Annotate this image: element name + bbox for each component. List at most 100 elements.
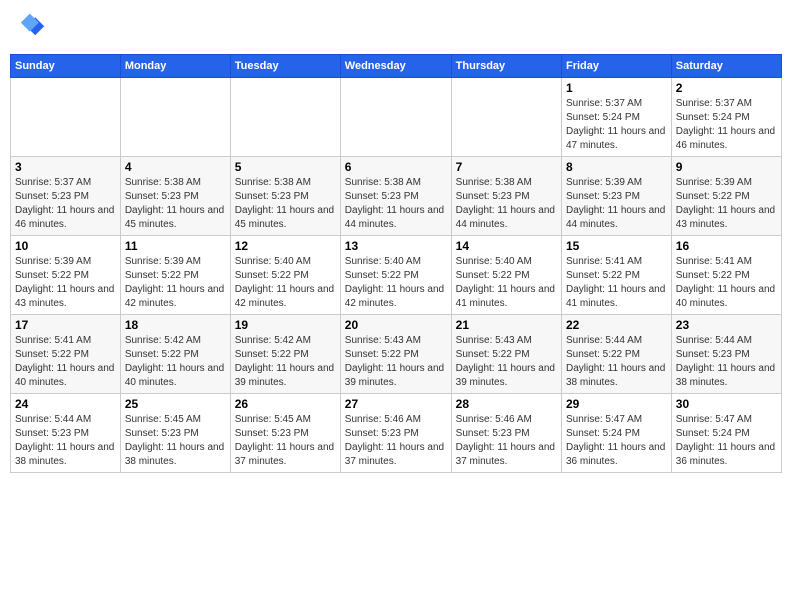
calendar-cell: 12 Sunrise: 5:40 AM Sunset: 5:22 PM Dayli…: [230, 236, 340, 315]
day-info: Sunrise: 5:38 AM Sunset: 5:23 PM Dayligh…: [235, 176, 336, 232]
calendar-cell: 6Sunrise: 5:38 AM Sunset: 5:23 PM Daylig…: [340, 157, 451, 236]
day-number: 9: [676, 160, 777, 174]
day-info: Sunrise: 5:43 AM Sunset: 5:22 PM Dayligh…: [456, 334, 557, 390]
calendar-cell: [451, 78, 561, 157]
day-number: 29: [566, 397, 667, 411]
day-number: 5: [235, 160, 336, 174]
calendar-cell: 17Sunrise: 5:41 AM Sunset: 5:22 PM Dayli…: [11, 315, 121, 394]
header-day-tuesday: Tuesday: [230, 55, 340, 78]
calendar-cell: 18 Sunrise: 5:42 AM Sunset: 5:22 PM Dayli…: [120, 315, 230, 394]
day-info: Sunrise: 5:44 AM Sunset: 5:23 PM Dayligh…: [676, 334, 777, 390]
calendar-cell: 1 Sunrise: 5:37 AM Sunset: 5:24 PM Daylig…: [561, 78, 671, 157]
header-row: SundayMondayTuesdayWednesdayThursdayFrid…: [11, 55, 782, 78]
header-day-friday: Friday: [561, 55, 671, 78]
day-info: Sunrise: 5:46 AM Sunset: 5:23 PM Dayligh…: [456, 413, 557, 469]
day-number: 4: [125, 160, 226, 174]
calendar-cell: 4 Sunrise: 5:38 AM Sunset: 5:23 PM Daylig…: [120, 157, 230, 236]
day-number: 28: [456, 397, 557, 411]
calendar-cell: 22 Sunrise: 5:44 AM Sunset: 5:22 PM Dayli…: [561, 315, 671, 394]
day-number: 11: [125, 239, 226, 253]
header-day-saturday: Saturday: [671, 55, 781, 78]
day-info: Sunrise: 5:40 AM Sunset: 5:22 PM Dayligh…: [456, 255, 557, 311]
calendar-cell: [230, 78, 340, 157]
day-number: 1: [566, 81, 667, 95]
day-info: Sunrise: 5:44 AM Sunset: 5:23 PM Dayligh…: [15, 413, 116, 469]
day-info: Sunrise: 5:46 AM Sunset: 5:23 PM Dayligh…: [345, 413, 447, 469]
day-number: 18: [125, 318, 226, 332]
day-number: 7: [456, 160, 557, 174]
day-info: Sunrise: 5:40 AM Sunset: 5:22 PM Dayligh…: [345, 255, 447, 311]
day-info: Sunrise: 5:45 AM Sunset: 5:23 PM Dayligh…: [125, 413, 226, 469]
day-info: Sunrise: 5:38 AM Sunset: 5:23 PM Dayligh…: [345, 176, 447, 232]
day-number: 10: [15, 239, 116, 253]
calendar-cell: [340, 78, 451, 157]
day-info: Sunrise: 5:39 AM Sunset: 5:22 PM Dayligh…: [15, 255, 116, 311]
day-info: Sunrise: 5:41 AM Sunset: 5:22 PM Dayligh…: [566, 255, 667, 311]
calendar-cell: 9 Sunrise: 5:39 AM Sunset: 5:22 PM Daylig…: [671, 157, 781, 236]
page-header: [10, 10, 782, 46]
calendar-cell: 26 Sunrise: 5:45 AM Sunset: 5:23 PM Dayli…: [230, 394, 340, 473]
calendar-cell: 21 Sunrise: 5:43 AM Sunset: 5:22 PM Dayli…: [451, 315, 561, 394]
day-info: Sunrise: 5:47 AM Sunset: 5:24 PM Dayligh…: [676, 413, 777, 469]
day-number: 14: [456, 239, 557, 253]
day-info: Sunrise: 5:38 AM Sunset: 5:23 PM Dayligh…: [125, 176, 226, 232]
calendar-cell: 29 Sunrise: 5:47 AM Sunset: 5:24 PM Dayli…: [561, 394, 671, 473]
logo: [10, 10, 50, 46]
day-number: 23: [676, 318, 777, 332]
calendar-cell: 27 Sunrise: 5:46 AM Sunset: 5:23 PM Dayli…: [340, 394, 451, 473]
day-info: Sunrise: 5:39 AM Sunset: 5:22 PM Dayligh…: [676, 176, 777, 232]
header-day-thursday: Thursday: [451, 55, 561, 78]
week-row-1: 3 Sunrise: 5:37 AM Sunset: 5:23 PM Daylig…: [11, 157, 782, 236]
day-number: 12: [235, 239, 336, 253]
calendar-cell: 3 Sunrise: 5:37 AM Sunset: 5:23 PM Daylig…: [11, 157, 121, 236]
day-info: Sunrise: 5:39 AM Sunset: 5:23 PM Dayligh…: [566, 176, 667, 232]
day-number: 13: [345, 239, 447, 253]
day-info: Sunrise: 5:42 AM Sunset: 5:22 PM Dayligh…: [235, 334, 336, 390]
day-info: Sunrise: 5:37 AM Sunset: 5:24 PM Dayligh…: [676, 97, 777, 153]
calendar-cell: [11, 78, 121, 157]
day-number: 26: [235, 397, 336, 411]
calendar-cell: 23 Sunrise: 5:44 AM Sunset: 5:23 PM Dayli…: [671, 315, 781, 394]
day-info: Sunrise: 5:42 AM Sunset: 5:22 PM Dayligh…: [125, 334, 226, 390]
day-info: Sunrise: 5:47 AM Sunset: 5:24 PM Dayligh…: [566, 413, 667, 469]
day-number: 21: [456, 318, 557, 332]
week-row-0: 1 Sunrise: 5:37 AM Sunset: 5:24 PM Daylig…: [11, 78, 782, 157]
calendar-cell: 30 Sunrise: 5:47 AM Sunset: 5:24 PM Dayli…: [671, 394, 781, 473]
day-number: 3: [15, 160, 116, 174]
week-row-3: 17Sunrise: 5:41 AM Sunset: 5:22 PM Dayli…: [11, 315, 782, 394]
day-number: 19: [235, 318, 336, 332]
day-info: Sunrise: 5:44 AM Sunset: 5:22 PM Dayligh…: [566, 334, 667, 390]
day-info: Sunrise: 5:40 AM Sunset: 5:22 PM Dayligh…: [235, 255, 336, 311]
header-day-sunday: Sunday: [11, 55, 121, 78]
week-row-2: 10 Sunrise: 5:39 AM Sunset: 5:22 PM Dayli…: [11, 236, 782, 315]
header-day-monday: Monday: [120, 55, 230, 78]
day-info: Sunrise: 5:37 AM Sunset: 5:23 PM Dayligh…: [15, 176, 116, 232]
day-number: 8: [566, 160, 667, 174]
calendar-cell: 2 Sunrise: 5:37 AM Sunset: 5:24 PM Daylig…: [671, 78, 781, 157]
calendar-cell: 25 Sunrise: 5:45 AM Sunset: 5:23 PM Dayli…: [120, 394, 230, 473]
day-number: 22: [566, 318, 667, 332]
calendar-cell: 15Sunrise: 5:41 AM Sunset: 5:22 PM Dayli…: [561, 236, 671, 315]
day-number: 2: [676, 81, 777, 95]
day-number: 24: [15, 397, 116, 411]
day-info: Sunrise: 5:38 AM Sunset: 5:23 PM Dayligh…: [456, 176, 557, 232]
calendar-cell: 5 Sunrise: 5:38 AM Sunset: 5:23 PM Daylig…: [230, 157, 340, 236]
day-number: 25: [125, 397, 226, 411]
calendar-cell: 14 Sunrise: 5:40 AM Sunset: 5:22 PM Dayli…: [451, 236, 561, 315]
calendar-cell: 20 Sunrise: 5:43 AM Sunset: 5:22 PM Dayli…: [340, 315, 451, 394]
calendar-cell: 7 Sunrise: 5:38 AM Sunset: 5:23 PM Daylig…: [451, 157, 561, 236]
day-number: 30: [676, 397, 777, 411]
day-info: Sunrise: 5:41 AM Sunset: 5:22 PM Dayligh…: [15, 334, 116, 390]
logo-icon: [10, 10, 46, 46]
calendar-cell: 10 Sunrise: 5:39 AM Sunset: 5:22 PM Dayli…: [11, 236, 121, 315]
calendar-cell: 16Sunrise: 5:41 AM Sunset: 5:22 PM Dayli…: [671, 236, 781, 315]
calendar-cell: 8 Sunrise: 5:39 AM Sunset: 5:23 PM Daylig…: [561, 157, 671, 236]
calendar-table: SundayMondayTuesdayWednesdayThursdayFrid…: [10, 54, 782, 473]
day-number: 27: [345, 397, 447, 411]
day-info: Sunrise: 5:37 AM Sunset: 5:24 PM Dayligh…: [566, 97, 667, 153]
week-row-4: 24 Sunrise: 5:44 AM Sunset: 5:23 PM Dayli…: [11, 394, 782, 473]
day-info: Sunrise: 5:43 AM Sunset: 5:22 PM Dayligh…: [345, 334, 447, 390]
day-number: 20: [345, 318, 447, 332]
day-info: Sunrise: 5:45 AM Sunset: 5:23 PM Dayligh…: [235, 413, 336, 469]
calendar-cell: 19 Sunrise: 5:42 AM Sunset: 5:22 PM Dayli…: [230, 315, 340, 394]
